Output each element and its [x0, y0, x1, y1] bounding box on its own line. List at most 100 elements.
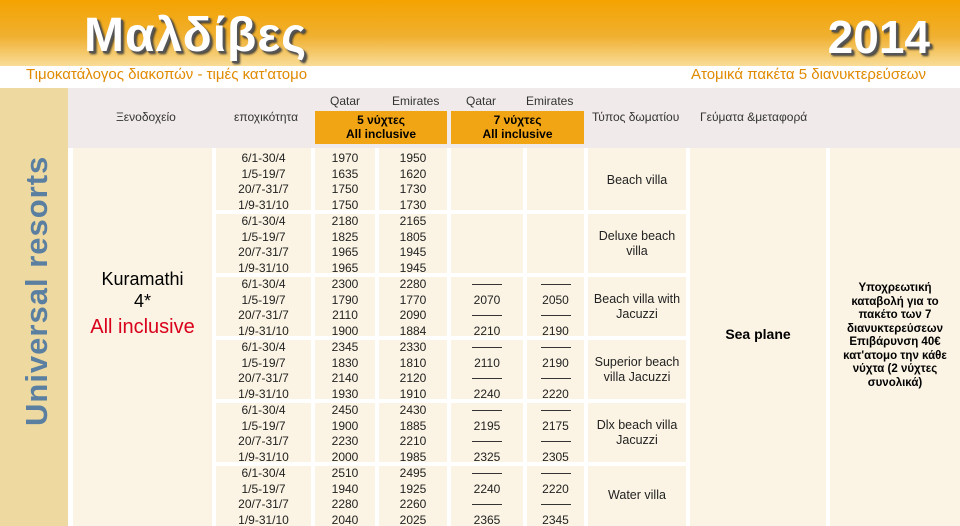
season-cell-value: 6/1-30/4 — [241, 214, 286, 228]
qatar-7-price-value: 2365 — [473, 512, 501, 526]
season-cell: 6/1-30/4 1/5-19/7 20/7-31/7 1/9-31/10 — [216, 340, 311, 402]
emirates-5-price-value: 2025 — [399, 512, 427, 526]
emirates-5-price-value: 2260 — [399, 497, 427, 511]
dash-separator — [540, 473, 571, 475]
emirates-5-price: 1950 1620 1730 1730 — [379, 151, 447, 213]
hotel-stars: 4* — [133, 291, 151, 311]
season-cell-value: 1/5-19/7 — [241, 418, 286, 433]
emirates-7-price-value: 2050 — [542, 292, 569, 307]
header-carrier-1: Qatar — [330, 94, 361, 108]
qatar-7-price-value: 2240 — [473, 481, 501, 496]
qatar-5-price-value: 2450 — [331, 403, 359, 417]
room-type-cell: Superior beach villa Jacuzzi — [594, 354, 680, 384]
emirates-5-price-value: 1770 — [399, 292, 427, 307]
qatar-5-price: 2345 1830 2140 1930 — [315, 340, 375, 402]
year-label: 2014 — [827, 11, 930, 63]
season-cell-value: 20/7-31/7 — [238, 245, 289, 259]
qatar-5-price-value: 1940 — [331, 481, 359, 496]
header-meals: Γεύματα &μεταφορά — [700, 110, 808, 124]
header-room-type: Τύπος δωματίου — [592, 110, 680, 124]
emirates-7-price-value: 2175 — [542, 418, 569, 433]
emirates-5-price-value: 2495 — [399, 466, 427, 480]
header-hotel: Ξενοδοχείο — [116, 110, 176, 124]
dash-separator — [540, 378, 571, 380]
qatar-5-price-value: 2510 — [331, 466, 359, 480]
season-cell-value: 20/7-31/7 — [238, 182, 289, 196]
season-cell-value: 6/1-30/4 — [241, 277, 286, 291]
season-cell: 6/1-30/4 1/5-19/7 20/7-31/7 1/9-31/10 — [216, 466, 311, 526]
qatar-5-price-value: 1970 — [331, 151, 359, 165]
emirates-5-price-value: 2120 — [399, 371, 427, 385]
qatar-5-price-value: 1965 — [331, 245, 359, 259]
note-text: Υποχρεωτική καταβολή για το πακέτο των 7… — [843, 282, 947, 389]
season-cell: 6/1-30/4 1/5-19/7 20/7-31/7 1/9-31/10 — [216, 277, 311, 339]
qatar-5-price: 1970 1635 1750 1750 — [315, 151, 375, 213]
qatar-5-price-value: 2040 — [331, 512, 359, 526]
season-cell-value: 6/1-30/4 — [241, 151, 286, 165]
emirates-5-price-value: 1885 — [399, 418, 427, 433]
hotel-board: All inclusive — [90, 316, 195, 338]
emirates-5-price: 2330 1810 2120 1910 — [379, 340, 447, 402]
dash-separator — [540, 504, 571, 506]
emirates-5-price-value: 1620 — [399, 166, 427, 181]
emirates-5-price-value: 1925 — [399, 481, 427, 496]
header-7-nights-line1: 7 νύχτες — [493, 113, 542, 127]
emirates-5-price-value: 1810 — [399, 355, 427, 370]
emirates-7-price-value: 2345 — [542, 512, 569, 526]
emirates-5-price: 2280 1770 2090 1884 — [379, 277, 447, 339]
emirates-5-price: 2165 1805 1945 1945 — [379, 214, 447, 276]
dash-separator — [540, 410, 571, 412]
dash-separator — [540, 315, 571, 317]
dash-separator — [472, 441, 502, 443]
qatar-7-price-value: 2110 — [474, 355, 500, 370]
emirates-7-price-value: 2220 — [542, 481, 569, 496]
season-cell-value: 20/7-31/7 — [238, 371, 289, 385]
header-season: εποχικότητα — [234, 110, 299, 124]
dash-separator — [472, 378, 502, 380]
season-cell-value: 1/5-19/7 — [241, 481, 286, 496]
emirates-5-price-value: 2280 — [399, 277, 427, 291]
season-cell-value: 1/5-19/7 — [241, 355, 286, 370]
emirates-5-price-value: 1950 — [399, 151, 427, 165]
season-cell: 6/1-30/4 1/5-19/7 20/7-31/7 1/9-31/10 — [216, 403, 311, 465]
qatar-5-price-value: 2140 — [331, 371, 359, 385]
qatar-5-price-value: 2300 — [331, 277, 359, 291]
season-cell-value: 6/1-30/4 — [241, 340, 286, 354]
header-5-nights-line1: 5 νύχτες — [357, 113, 405, 127]
season-cell-value: 1/5-19/7 — [241, 229, 286, 244]
qatar-5-price-value: 2230 — [331, 434, 359, 448]
qatar-5-price: 2510 1940 2280 2040 — [315, 466, 375, 526]
header-5-nights-line2: All inclusive — [345, 127, 417, 141]
emirates-5-price-value: 2210 — [399, 434, 427, 448]
qatar-5-price: 2450 1900 2230 2000 — [315, 403, 375, 465]
dash-separator — [472, 473, 502, 475]
qatar-5-price-value: 2280 — [331, 497, 359, 511]
emirates-5-price-value: 2165 — [399, 214, 427, 228]
qatar-5-price-value: 2345 — [331, 340, 359, 354]
hotel-name: Kuramathi 4* — [73, 268, 212, 312]
emirates-5-price-value: 2430 — [399, 403, 427, 417]
season-cell: 6/1-30/4 1/5-19/7 20/7-31/7 1/9-31/10 — [216, 214, 311, 276]
emirates-5-price-value: 1730 — [399, 182, 427, 196]
header-7-nights-line2: All inclusive — [482, 127, 553, 141]
room-type-cell: Beach villa with Jacuzzi — [593, 291, 681, 321]
dash-separator — [472, 284, 502, 286]
page-title: Μαλδίβες — [84, 9, 308, 62]
emirates-5-price: 2495 1925 2260 2025 — [379, 466, 447, 526]
transfer-label: Sea plane — [725, 326, 791, 342]
packages-label: Ατομικά πακέτα 5 διανυκτερεύσεων — [691, 66, 926, 83]
header-carrier-4: Emirates — [526, 94, 574, 108]
room-type-cell: Deluxe beach villa — [598, 228, 676, 258]
qatar-5-price-value: 1825 — [331, 229, 359, 244]
dash-separator — [472, 315, 502, 317]
emirates-5-price-value: 2090 — [399, 308, 427, 322]
qatar-5-price-value: 2110 — [332, 308, 358, 322]
emirates-5-price-value: 2330 — [399, 340, 427, 354]
header-5-nights: 5 νύχτες All inclusive — [315, 111, 447, 144]
qatar-7-price: 2195 2325 — [451, 403, 523, 465]
qatar-5-price-value: 1900 — [331, 418, 359, 433]
header-7-nights: 7 νύχτες All inclusive — [451, 111, 584, 144]
hotel-name-text: Kuramathi — [101, 269, 184, 289]
qatar-7-price-value: 2070 — [473, 292, 501, 307]
emirates-5-price: 2430 1885 2210 1985 — [379, 403, 447, 465]
